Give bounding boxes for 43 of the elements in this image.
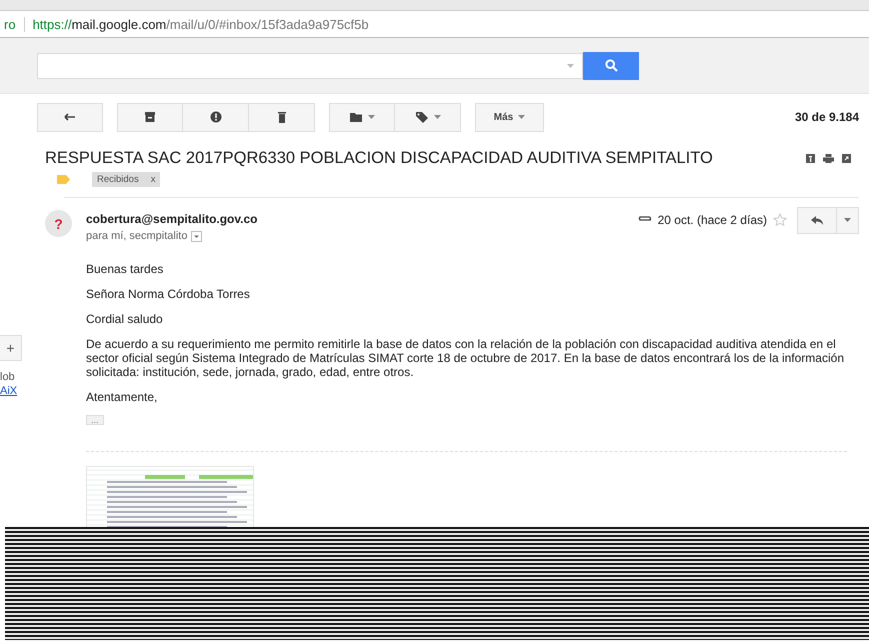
search-button[interactable]: [583, 52, 639, 80]
body-paragraph: Buenas tardes: [86, 262, 164, 276]
back-icon: [63, 111, 77, 123]
link-fragment[interactable]: AiX: [0, 385, 22, 397]
caret-icon: [844, 218, 851, 222]
trash-button[interactable]: [249, 102, 315, 132]
spam-button[interactable]: [183, 102, 249, 132]
body-paragraph: De acuerdo a su requerimiento me permito remitirle la base de datos con la relación de la población con discapacidad auditiva atendida en el sector oficial según Sistema Integrado de Matrículas SIMAT corte 18 de octubre de 2017. En la base de datos encontrará los de la información solicitada: institución, sede, jornada, grado, edad, entre otros.: [86, 337, 845, 379]
message-count: 30 de 9.184: [794, 110, 859, 124]
star-icon[interactable]: [773, 213, 787, 227]
label-chip[interactable]: Recibidos x: [92, 172, 160, 187]
importance-marker-icon: [57, 175, 70, 184]
archive-icon: [143, 111, 157, 123]
details-dropdown-icon[interactable]: [191, 230, 202, 242]
print-icon[interactable]: [823, 154, 834, 163]
show-trimmed-button[interactable]: ...: [86, 415, 104, 425]
sender-avatar: ?: [45, 210, 72, 237]
caret-icon: [368, 115, 375, 119]
body-paragraph: Señora Norma Córdoba Torres: [86, 287, 251, 301]
reply-icon: [810, 214, 824, 226]
add-button[interactable]: +: [0, 335, 22, 361]
caret-icon: [518, 115, 526, 119]
body-paragraph: Atentamente,: [86, 390, 158, 404]
new-window-icon[interactable]: [842, 154, 851, 163]
url-text: https://mail.google.com/mail/u/0/#inbox/15f3ada9a975cf5b: [32, 16, 369, 32]
text-fragment: lob: [0, 371, 16, 383]
email-date: 20 oct. (hace 2 días): [658, 213, 767, 227]
email-subject: RESPUESTA SAC 2017PQR6330 POBLACION DISCAPACIDAD AUDITIVA SEMPITALITO: [45, 149, 714, 168]
archive-button[interactable]: [117, 102, 183, 132]
more-button[interactable]: Más: [475, 102, 544, 132]
search-icon: [604, 59, 618, 72]
reply-button[interactable]: [797, 206, 837, 234]
tag-button[interactable]: [395, 102, 461, 132]
folder-button[interactable]: [329, 102, 395, 132]
url-fragment: ro: [4, 16, 25, 32]
body-paragraph: Cordial saludo: [86, 312, 164, 326]
reply-options-button[interactable]: [837, 206, 859, 234]
search-field[interactable]: [37, 52, 583, 78]
sender-address: cobertura@sempitalito.gov.co: [86, 212, 259, 226]
caret-icon: [434, 115, 440, 119]
folder-icon: [349, 111, 363, 123]
recipients-text: para mí, secmpitalito: [86, 230, 188, 242]
spam-icon: [208, 111, 222, 123]
